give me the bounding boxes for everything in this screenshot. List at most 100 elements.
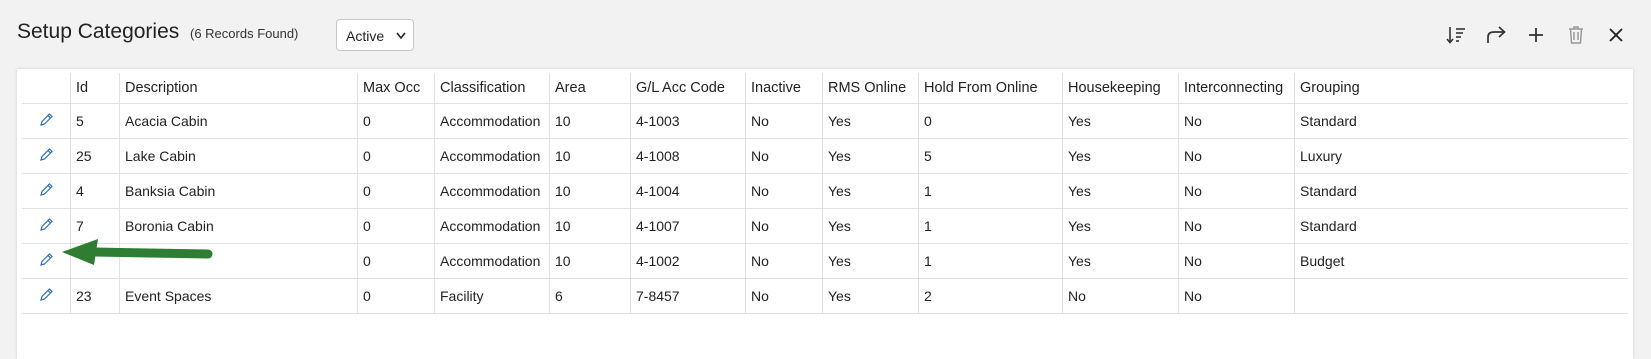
table-row[interactable]: 23 Event Spaces 0 Facility 6 7-8457 No Yes 2 No No — [22, 278, 1628, 314]
cell-housekeeping: No — [1062, 278, 1179, 314]
cell-description: Event Spaces — [119, 278, 358, 314]
cell-max-occ: 0 — [357, 278, 435, 314]
table-header-row: Id Description Max Occ Classification Ar… — [22, 73, 1628, 104]
cell-rms-online: Yes — [822, 138, 919, 174]
cell-rms-online: Yes — [822, 173, 919, 209]
column-header-rms-online[interactable]: RMS Online — [822, 73, 919, 104]
edit-cell — [22, 278, 71, 314]
cell-interconnecting: No — [1178, 278, 1295, 314]
cell-id: 23 — [70, 278, 120, 314]
cell-gl-acc-code: 7-8457 — [630, 278, 746, 314]
cell-inactive: No — [745, 278, 823, 314]
cell-hold-from-online: 2 — [918, 278, 1063, 314]
page-title: Setup Categories — [17, 20, 180, 43]
cell-area: 10 — [549, 103, 631, 139]
cell-description: Lake Cabin — [119, 138, 358, 174]
cell-housekeeping: Yes — [1062, 243, 1179, 279]
cell-inactive: No — [745, 208, 823, 244]
cell-grouping — [1294, 278, 1628, 314]
categories-table-card: Id Description Max Occ Classification Ar… — [17, 69, 1633, 359]
column-header-housekeeping[interactable]: Housekeeping — [1062, 73, 1179, 104]
column-header-classification[interactable]: Classification — [434, 73, 550, 104]
table-row[interactable]: 0 Accommodation 10 4-1002 No Yes 1 Yes No Budget — [22, 243, 1628, 279]
delete-icon[interactable] — [1563, 22, 1589, 48]
status-filter-select[interactable]: Active — [336, 19, 414, 51]
pencil-icon[interactable] — [39, 217, 54, 235]
table-row[interactable]: 5 Acacia Cabin 0 Accommodation 10 4-1003 No Yes… — [22, 103, 1628, 139]
close-icon[interactable] — [1603, 22, 1629, 48]
pencil-icon[interactable] — [39, 252, 54, 270]
cell-rms-online: Yes — [822, 208, 919, 244]
cell-hold-from-online: 1 — [918, 243, 1063, 279]
add-icon[interactable] — [1523, 22, 1549, 48]
table-row[interactable]: 25 Lake Cabin 0 Accommodation 10 4-1008 No Yes 5… — [22, 138, 1628, 174]
column-header-edit — [22, 73, 71, 104]
cell-classification: Accommodation — [434, 243, 550, 279]
categories-table: Id Description Max Occ Classification Ar… — [22, 73, 1628, 314]
cell-interconnecting: No — [1178, 208, 1295, 244]
table-row[interactable]: 7 Boronia Cabin 0 Accommodation 10 4-1007 No Ye… — [22, 208, 1628, 244]
status-filter-value: Active — [346, 28, 385, 44]
cell-area: 10 — [549, 173, 631, 209]
cell-rms-online: Yes — [822, 243, 919, 279]
column-header-grouping[interactable]: Grouping — [1294, 73, 1628, 104]
cell-rms-online: Yes — [822, 103, 919, 139]
column-header-id[interactable]: Id — [70, 73, 120, 104]
cell-hold-from-online: 5 — [918, 138, 1063, 174]
cell-grouping: Standard — [1294, 173, 1628, 209]
cell-inactive: No — [745, 243, 823, 279]
cell-max-occ: 0 — [357, 173, 435, 209]
annotation-arrow — [62, 239, 213, 265]
cell-area: 10 — [549, 138, 631, 174]
cell-inactive: No — [745, 173, 823, 209]
cell-classification: Accommodation — [434, 138, 550, 174]
cell-id: 25 — [70, 138, 120, 174]
cell-description: Acacia Cabin — [119, 103, 358, 139]
table-row[interactable]: 4 Banksia Cabin 0 Accommodation 10 4-1004 No Ye… — [22, 173, 1628, 209]
cell-max-occ: 0 — [357, 243, 435, 279]
cell-grouping: Budget — [1294, 243, 1628, 279]
sort-icon[interactable] — [1443, 22, 1469, 48]
cell-interconnecting: No — [1178, 103, 1295, 139]
column-header-hold-from-online[interactable]: Hold From Online — [918, 73, 1063, 104]
cell-housekeeping: Yes — [1062, 138, 1179, 174]
column-header-gl-acc-code[interactable]: G/L Acc Code — [630, 73, 746, 104]
cell-interconnecting: No — [1178, 138, 1295, 174]
cell-housekeeping: Yes — [1062, 173, 1179, 209]
cell-housekeeping: Yes — [1062, 208, 1179, 244]
cell-rms-online: Yes — [822, 278, 919, 314]
cell-hold-from-online: 1 — [918, 208, 1063, 244]
toolbar — [1443, 22, 1629, 48]
cell-classification: Accommodation — [434, 173, 550, 209]
pencil-icon[interactable] — [39, 182, 54, 200]
cell-id: 4 — [70, 173, 120, 209]
column-header-area[interactable]: Area — [549, 73, 631, 104]
cell-area: 6 — [549, 278, 631, 314]
cell-max-occ: 0 — [357, 103, 435, 139]
cell-classification: Accommodation — [434, 208, 550, 244]
cell-inactive: No — [745, 103, 823, 139]
column-header-description[interactable]: Description — [119, 73, 358, 104]
record-count: (6 Records Found) — [190, 26, 299, 41]
pencil-icon[interactable] — [39, 287, 54, 305]
share-icon[interactable] — [1483, 22, 1509, 48]
cell-housekeeping: Yes — [1062, 103, 1179, 139]
cell-description: Banksia Cabin — [119, 173, 358, 209]
pencil-icon[interactable] — [39, 147, 54, 165]
column-header-inactive[interactable]: Inactive — [745, 73, 823, 104]
cell-gl-acc-code: 4-1003 — [630, 103, 746, 139]
cell-interconnecting: No — [1178, 173, 1295, 209]
column-header-interconnecting[interactable]: Interconnecting — [1178, 73, 1295, 104]
cell-gl-acc-code: 4-1004 — [630, 173, 746, 209]
edit-cell — [22, 103, 71, 139]
cell-area: 10 — [549, 208, 631, 244]
cell-id: 5 — [70, 103, 120, 139]
cell-area: 10 — [549, 243, 631, 279]
table-body: 5 Acacia Cabin 0 Accommodation 10 4-1003 No Yes… — [22, 103, 1628, 314]
cell-hold-from-online: 0 — [918, 103, 1063, 139]
cell-gl-acc-code: 4-1007 — [630, 208, 746, 244]
pencil-icon[interactable] — [39, 112, 54, 130]
edit-cell — [22, 173, 71, 209]
column-header-max-occ[interactable]: Max Occ — [357, 73, 435, 104]
chevron-down-icon — [396, 20, 406, 63]
